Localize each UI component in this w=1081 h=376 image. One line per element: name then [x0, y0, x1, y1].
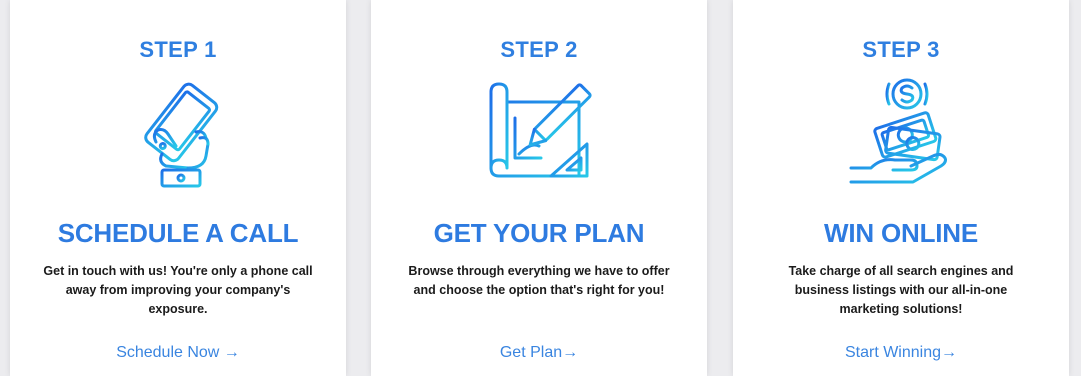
step-title: SCHEDULE A CALL — [57, 218, 299, 248]
money-in-hand-icon — [841, 72, 961, 192]
step-card-win-online: STEP 3 WIN ONLINE Take charge of all sea… — [733, 0, 1069, 376]
step-card-schedule-call: STEP 1 SCHEDULE A CALL Get in touch with… — [10, 0, 346, 376]
steps-section: STEP 1 SCHEDULE A CALL Get in touch with… — [0, 0, 1081, 376]
step-title: WIN ONLINE — [824, 218, 978, 248]
step-title: GET YOUR PLAN — [433, 218, 645, 248]
step-description: Browse through everything we have to off… — [408, 264, 670, 297]
start-winning-link[interactable]: Start Winning→ — [733, 344, 1069, 362]
blueprint-pencil-icon — [479, 72, 599, 192]
get-plan-link[interactable]: Get Plan→ — [371, 344, 707, 362]
phone-in-hand-icon — [118, 72, 238, 192]
step-description: Take charge of all search engines and bu… — [788, 264, 1014, 316]
step-label: STEP 1 — [139, 37, 217, 62]
step-label: STEP 3 — [862, 37, 940, 62]
step-card-get-plan: STEP 2 GET YOUR PLAN Browse through ever… — [371, 0, 707, 376]
step-label: STEP 2 — [500, 37, 578, 62]
step-description: Get in touch with us! You're only a phon… — [43, 264, 313, 316]
schedule-now-link[interactable]: Schedule Now → — [10, 344, 346, 362]
